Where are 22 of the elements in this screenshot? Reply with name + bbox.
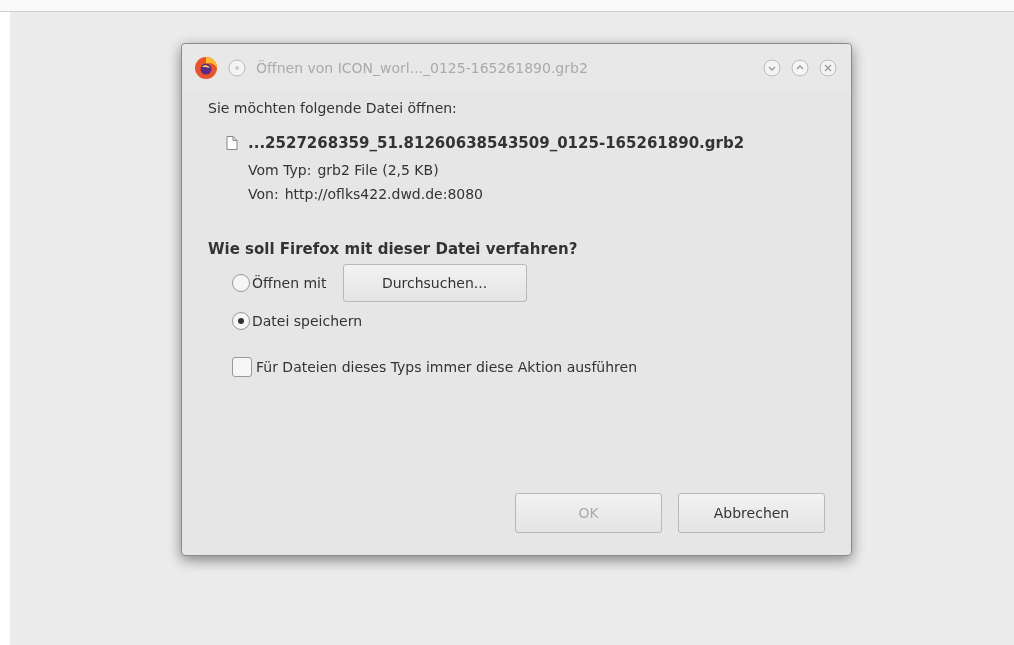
intro-text: Sie möchten folgende Datei öffnen:	[208, 100, 458, 116]
option-label[interactable]: Öffnen mit	[252, 275, 327, 291]
maximize-icon[interactable]	[791, 59, 809, 77]
checkbox-label[interactable]: Für Dateien dieses Typs immer diese Aktion ausführen	[256, 359, 638, 375]
close-icon[interactable]	[819, 59, 837, 77]
file-name: ...2527268359_51.81260638543509_0125-165261890.grb2	[248, 134, 745, 152]
window-title: Öffnen von ICON_worl..._0125-165261890.grb2	[256, 60, 588, 76]
option-label[interactable]: Datei speichern	[252, 313, 363, 329]
minimize-icon[interactable]	[763, 59, 781, 77]
browse-button[interactable]: Durchsuchen...	[342, 264, 527, 302]
detail-label: Von:	[248, 186, 279, 202]
firefox-logo-icon	[194, 56, 218, 80]
checkbox[interactable]	[232, 357, 252, 377]
pin-icon[interactable]	[228, 59, 246, 77]
dialog-button[interactable]: Abbrechen	[678, 493, 825, 533]
detail-label: Vom Typ:	[248, 162, 312, 178]
detail-value: grb2 File (2,5 KB)	[317, 162, 439, 178]
radio-button[interactable]	[232, 274, 250, 292]
detail-value: http://oflks422.dwd.de:8080	[284, 186, 484, 202]
file-icon	[226, 136, 238, 150]
radio-button[interactable]	[232, 312, 250, 330]
question-heading: Wie soll Firefox mit dieser Datei verfahren?	[208, 240, 579, 258]
